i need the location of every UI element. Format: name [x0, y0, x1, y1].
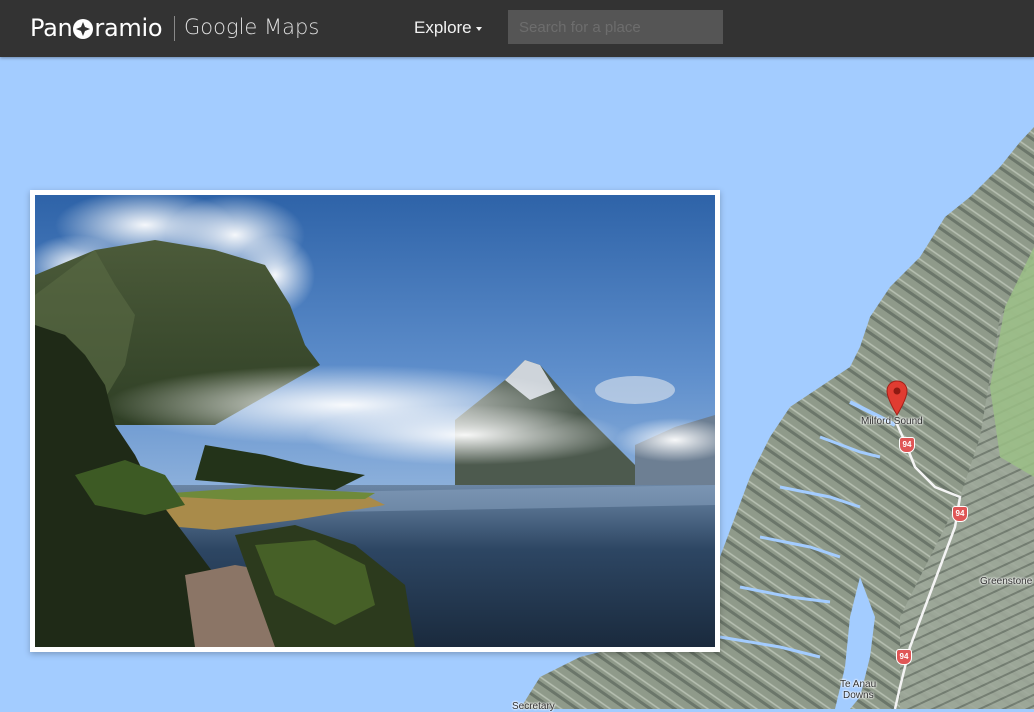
place-label-secretary: Secretary — [512, 701, 555, 712]
search-input[interactable] — [508, 10, 723, 44]
panoramio-logo[interactable]: Pan ramio — [30, 12, 163, 44]
caret-down-icon — [475, 27, 482, 31]
logo-text-right: ramio — [94, 14, 163, 42]
place-label-downs: Downs — [843, 690, 874, 701]
explore-label: Explore — [414, 18, 472, 37]
fiord-photo-image — [35, 195, 715, 647]
aperture-icon — [73, 19, 94, 39]
route-shield: 94 — [899, 437, 915, 453]
logo-text-left: Pan — [30, 14, 73, 42]
route-shield: 94 — [952, 506, 968, 522]
explore-menu[interactable]: Explore — [414, 18, 482, 38]
fiord-photo[interactable] — [35, 195, 715, 647]
place-label-te-anau: Te Anau — [840, 679, 877, 690]
photo-card[interactable] — [30, 190, 720, 652]
top-bar: Pan ramio Google Maps Explore — [0, 0, 1034, 57]
route-shield: 94 — [896, 649, 912, 665]
marker-label: Milford Sound — [861, 416, 923, 427]
google-maps-link[interactable]: Google Maps — [184, 15, 319, 39]
place-label-greenstone: Greenstone — [980, 576, 1033, 587]
header-divider — [174, 16, 175, 41]
